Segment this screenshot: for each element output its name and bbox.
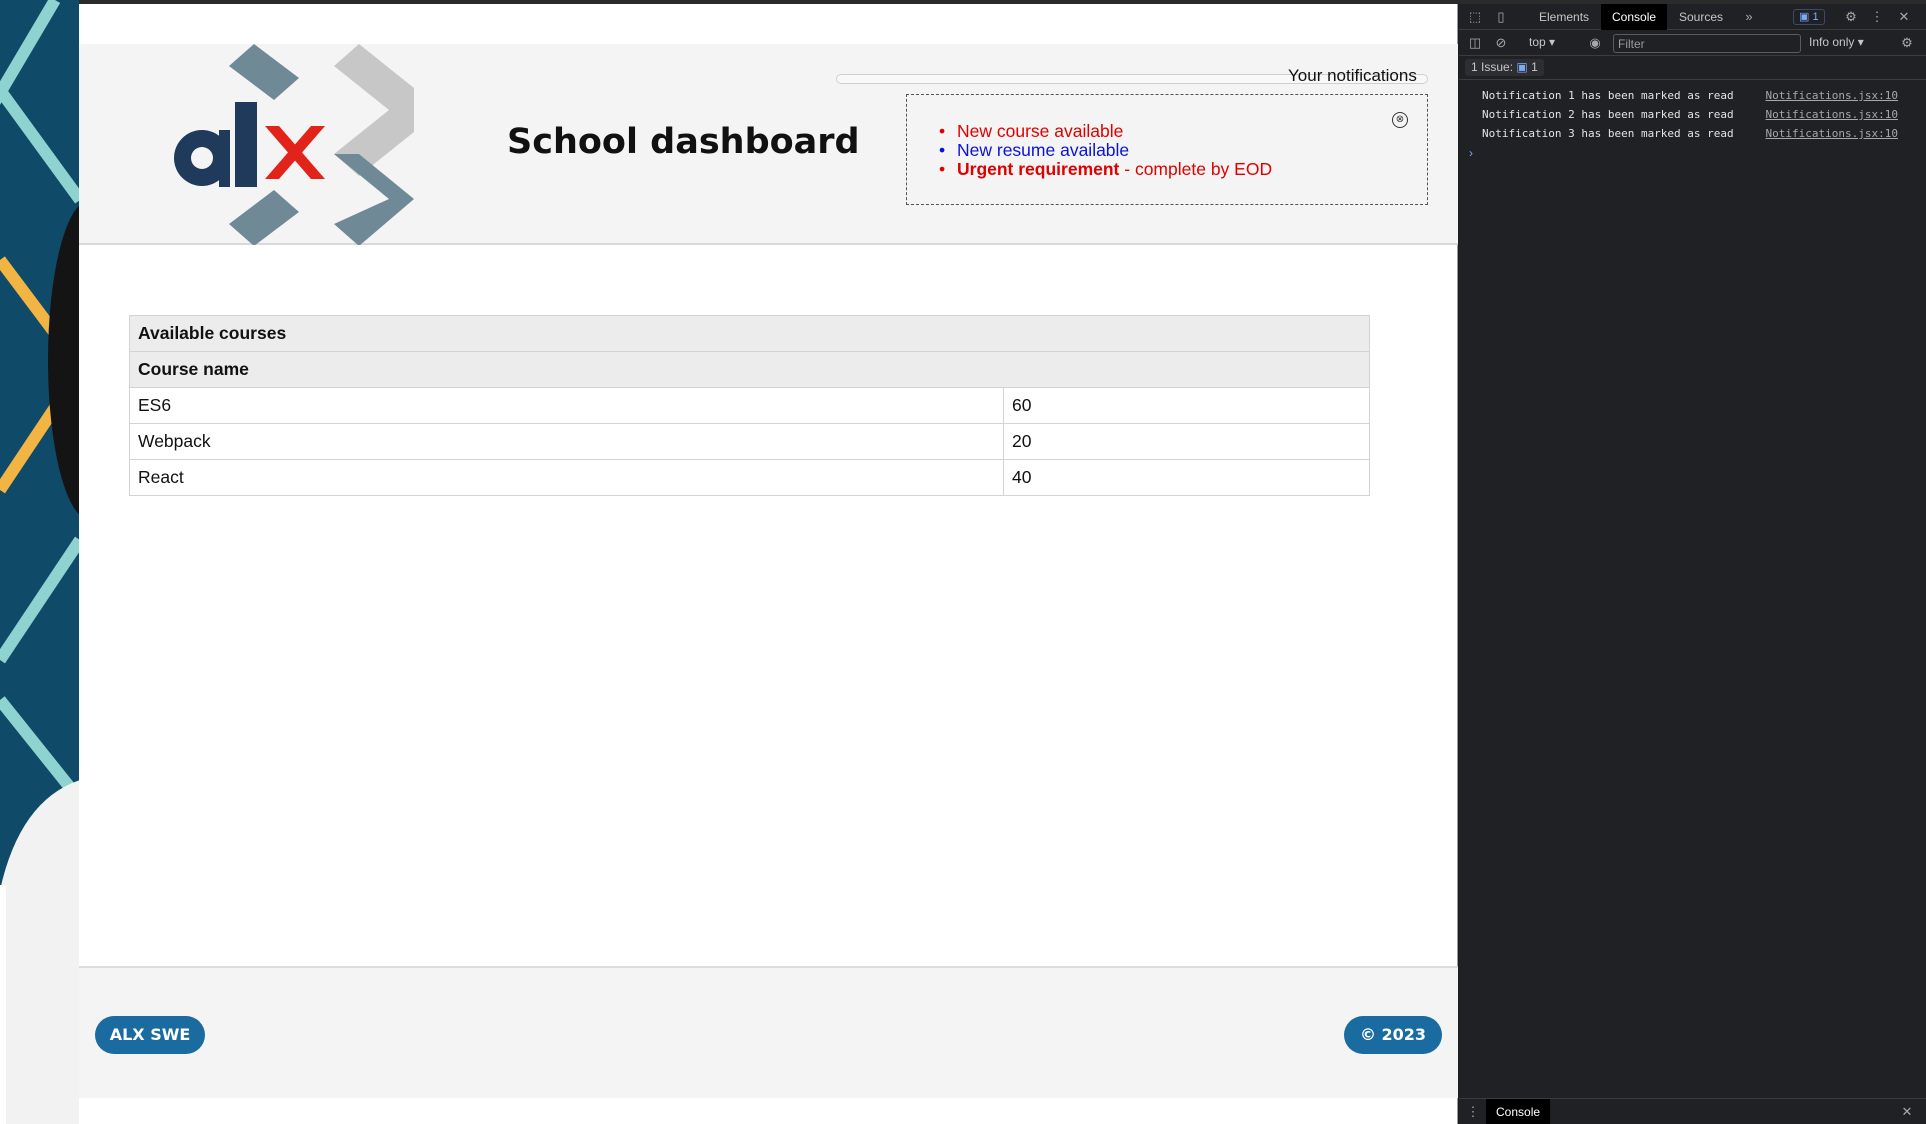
table-row: ES6 60 bbox=[129, 387, 1370, 424]
console-message: Notification 1 has been marked as read bbox=[1482, 89, 1734, 102]
issues-button[interactable]: 1 Issue: ▣ 1 bbox=[1465, 59, 1544, 76]
notification-strong-text: Urgent requirement bbox=[957, 159, 1120, 179]
table-header-course-name: Course name bbox=[129, 351, 1370, 388]
table-caption-row: Available courses bbox=[129, 315, 1370, 352]
course-credit-cell: 40 bbox=[1003, 459, 1370, 496]
alx-logo bbox=[149, 44, 439, 246]
page-title: School dashboard bbox=[507, 122, 860, 162]
notifications-panel: ⊗ New course available New resume availa… bbox=[906, 94, 1428, 205]
close-drawer-icon[interactable]: ✕ bbox=[1899, 1104, 1915, 1120]
context-selector[interactable]: top ▾ bbox=[1529, 35, 1555, 49]
clear-console-icon[interactable]: ⊘ bbox=[1493, 35, 1509, 51]
devtools-panel: ⬚ ▯ Elements Console Sources » ▣ 1 ⚙ ⋮ ✕… bbox=[1459, 4, 1926, 1124]
more-options-icon[interactable]: ⋮ bbox=[1869, 9, 1885, 25]
issue-icon: ▣ bbox=[1516, 60, 1528, 74]
console-message: Notification 2 has been marked as read bbox=[1482, 108, 1734, 121]
console-message: Notification 3 has been marked as read bbox=[1482, 127, 1734, 140]
issues-bar: 1 Issue: ▣ 1 bbox=[1459, 56, 1926, 80]
console-message-row: Notification 2 has been marked as read N… bbox=[1459, 105, 1926, 124]
notifications-list: New course available New resume availabl… bbox=[939, 121, 1273, 180]
log-levels-dropdown[interactable]: Info only ▾ bbox=[1809, 35, 1864, 49]
notification-text: New resume available bbox=[957, 140, 1130, 160]
course-name-cell: ES6 bbox=[129, 387, 1004, 424]
close-devtools-icon[interactable]: ✕ bbox=[1896, 9, 1912, 25]
footer-alx-swe-badge[interactable]: ALX SWE bbox=[95, 1016, 205, 1054]
console-filter-input[interactable] bbox=[1613, 34, 1801, 53]
issues-count: 1 bbox=[1531, 60, 1538, 74]
devtools-drawer: ⋮ Console ✕ bbox=[1459, 1098, 1926, 1124]
close-icon[interactable]: ⊗ bbox=[1392, 112, 1408, 128]
issues-badge[interactable]: ▣ 1 bbox=[1793, 9, 1825, 25]
footer-copyright-badge[interactable]: © 2023 bbox=[1344, 1016, 1442, 1054]
table-header-row: Course name bbox=[129, 351, 1370, 388]
inspect-element-icon[interactable]: ⬚ bbox=[1467, 9, 1483, 25]
console-source-link[interactable]: Notifications.jsx:10 bbox=[1766, 105, 1898, 124]
notification-item[interactable]: New resume available bbox=[939, 140, 1272, 161]
notifications-title[interactable]: Your notifications bbox=[1288, 66, 1417, 86]
console-source-link[interactable]: Notifications.jsx:10 bbox=[1766, 86, 1898, 105]
devtools-tab-bar: ⬚ ▯ Elements Console Sources » ▣ 1 ⚙ ⋮ ✕ bbox=[1459, 4, 1926, 30]
settings-gear-icon[interactable]: ⚙ bbox=[1843, 9, 1859, 25]
table-caption: Available courses bbox=[129, 315, 1370, 352]
tab-elements[interactable]: Elements bbox=[1528, 4, 1600, 30]
console-toolbar: ◫ ⊘ top ▾ ◉ Info only ▾ ⚙ bbox=[1459, 30, 1926, 56]
issues-label: 1 Issue: bbox=[1471, 60, 1514, 74]
more-tabs-icon[interactable]: » bbox=[1741, 9, 1757, 25]
table-row: Webpack 20 bbox=[129, 423, 1370, 460]
notification-item[interactable]: New course available bbox=[939, 121, 1272, 142]
course-credit-cell: 60 bbox=[1003, 387, 1370, 424]
course-credit-cell: 20 bbox=[1003, 423, 1370, 460]
app-viewport: School dashboard Your notifications ⊗ Ne… bbox=[79, 4, 1458, 1124]
course-list-table: Available courses Course name ES6 60 Web… bbox=[129, 315, 1370, 496]
drawer-menu-icon[interactable]: ⋮ bbox=[1465, 1104, 1481, 1120]
tab-console[interactable]: Console bbox=[1601, 4, 1668, 30]
console-log: Notification 1 has been marked as read N… bbox=[1459, 86, 1926, 143]
drawer-tab-console[interactable]: Console bbox=[1486, 1099, 1551, 1124]
device-toolbar-icon[interactable]: ▯ bbox=[1493, 9, 1509, 25]
app-footer: ALX SWE © 2023 bbox=[79, 966, 1458, 1098]
console-message-row: Notification 3 has been marked as read N… bbox=[1459, 124, 1926, 143]
console-settings-gear-icon[interactable]: ⚙ bbox=[1899, 35, 1915, 51]
notification-text: - complete by EOD bbox=[1119, 159, 1273, 179]
issues-badge-count: 1 bbox=[1812, 11, 1819, 23]
background-window-strip bbox=[0, 0, 79, 1124]
desktop: School dashboard Your notifications ⊗ Ne… bbox=[0, 0, 1926, 1124]
sidebar-toggle-icon[interactable]: ◫ bbox=[1467, 35, 1483, 51]
tab-sources[interactable]: Sources bbox=[1668, 4, 1734, 30]
live-expression-eye-icon[interactable]: ◉ bbox=[1587, 35, 1603, 51]
console-message-row: Notification 1 has been marked as read N… bbox=[1459, 86, 1926, 105]
course-name-cell: React bbox=[129, 459, 1004, 496]
notification-text: New course available bbox=[957, 121, 1124, 141]
notification-item[interactable]: Urgent requirement - complete by EOD bbox=[939, 159, 1273, 180]
table-row: React 40 bbox=[129, 459, 1370, 496]
course-name-cell: Webpack bbox=[129, 423, 1004, 460]
console-source-link[interactable]: Notifications.jsx:10 bbox=[1766, 124, 1898, 143]
console-prompt[interactable]: › bbox=[1469, 146, 1473, 160]
